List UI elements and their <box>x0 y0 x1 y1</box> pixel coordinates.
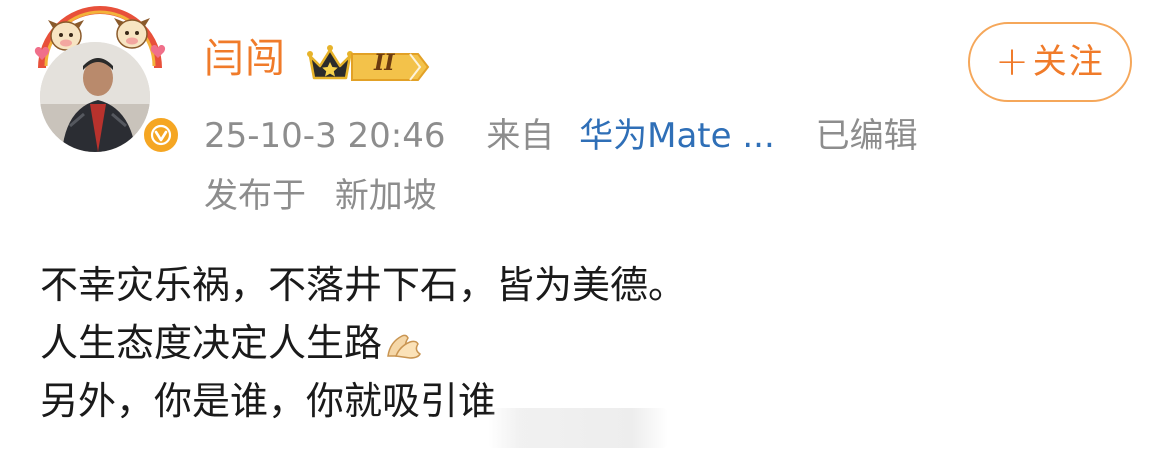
plus-icon: + <box>995 39 1029 85</box>
user-name[interactable]: 闫闯 <box>204 34 286 84</box>
follow-button[interactable]: + 关注 <box>968 22 1132 102</box>
avatar-area[interactable] <box>30 6 182 156</box>
post-line-with-emoji: 人生态度决定人生路 <box>40 314 686 372</box>
source-label: 来自 <box>486 116 555 156</box>
pray-hands-emoji-icon <box>387 334 421 359</box>
verified-badge-icon <box>140 114 182 156</box>
edited-label[interactable]: 已编辑 <box>816 116 918 156</box>
location-prefix: 发布于 <box>204 176 306 216</box>
crown-icon <box>307 45 353 80</box>
avatar[interactable] <box>40 42 150 152</box>
vip-level-badge[interactable]: II <box>306 40 430 84</box>
follow-button-label: 关注 <box>1032 42 1105 82</box>
vip-level-text: II <box>374 50 395 76</box>
post-line-text: 人生态度决定人生路 <box>40 321 383 365</box>
post-location: 发布于 新加坡 <box>204 172 437 220</box>
avatar-photo-icon <box>40 42 150 152</box>
blur-overlay <box>488 408 668 448</box>
location-value: 新加坡 <box>334 176 437 216</box>
post-timestamp[interactable]: 25-10-3 20:46 <box>204 116 446 156</box>
post-meta: 25-10-3 20:46 来自 华为Mate ... 已编辑 <box>204 112 918 160</box>
post-line: 不幸灾乐祸，不落井下石，皆为美德。 <box>40 263 687 307</box>
post-content: 不幸灾乐祸，不落井下石，皆为美德。 人生态度决定人生路 另外，你是谁，你就吸引谁 <box>40 256 686 430</box>
device-source-link[interactable]: 华为Mate ... <box>579 116 775 156</box>
